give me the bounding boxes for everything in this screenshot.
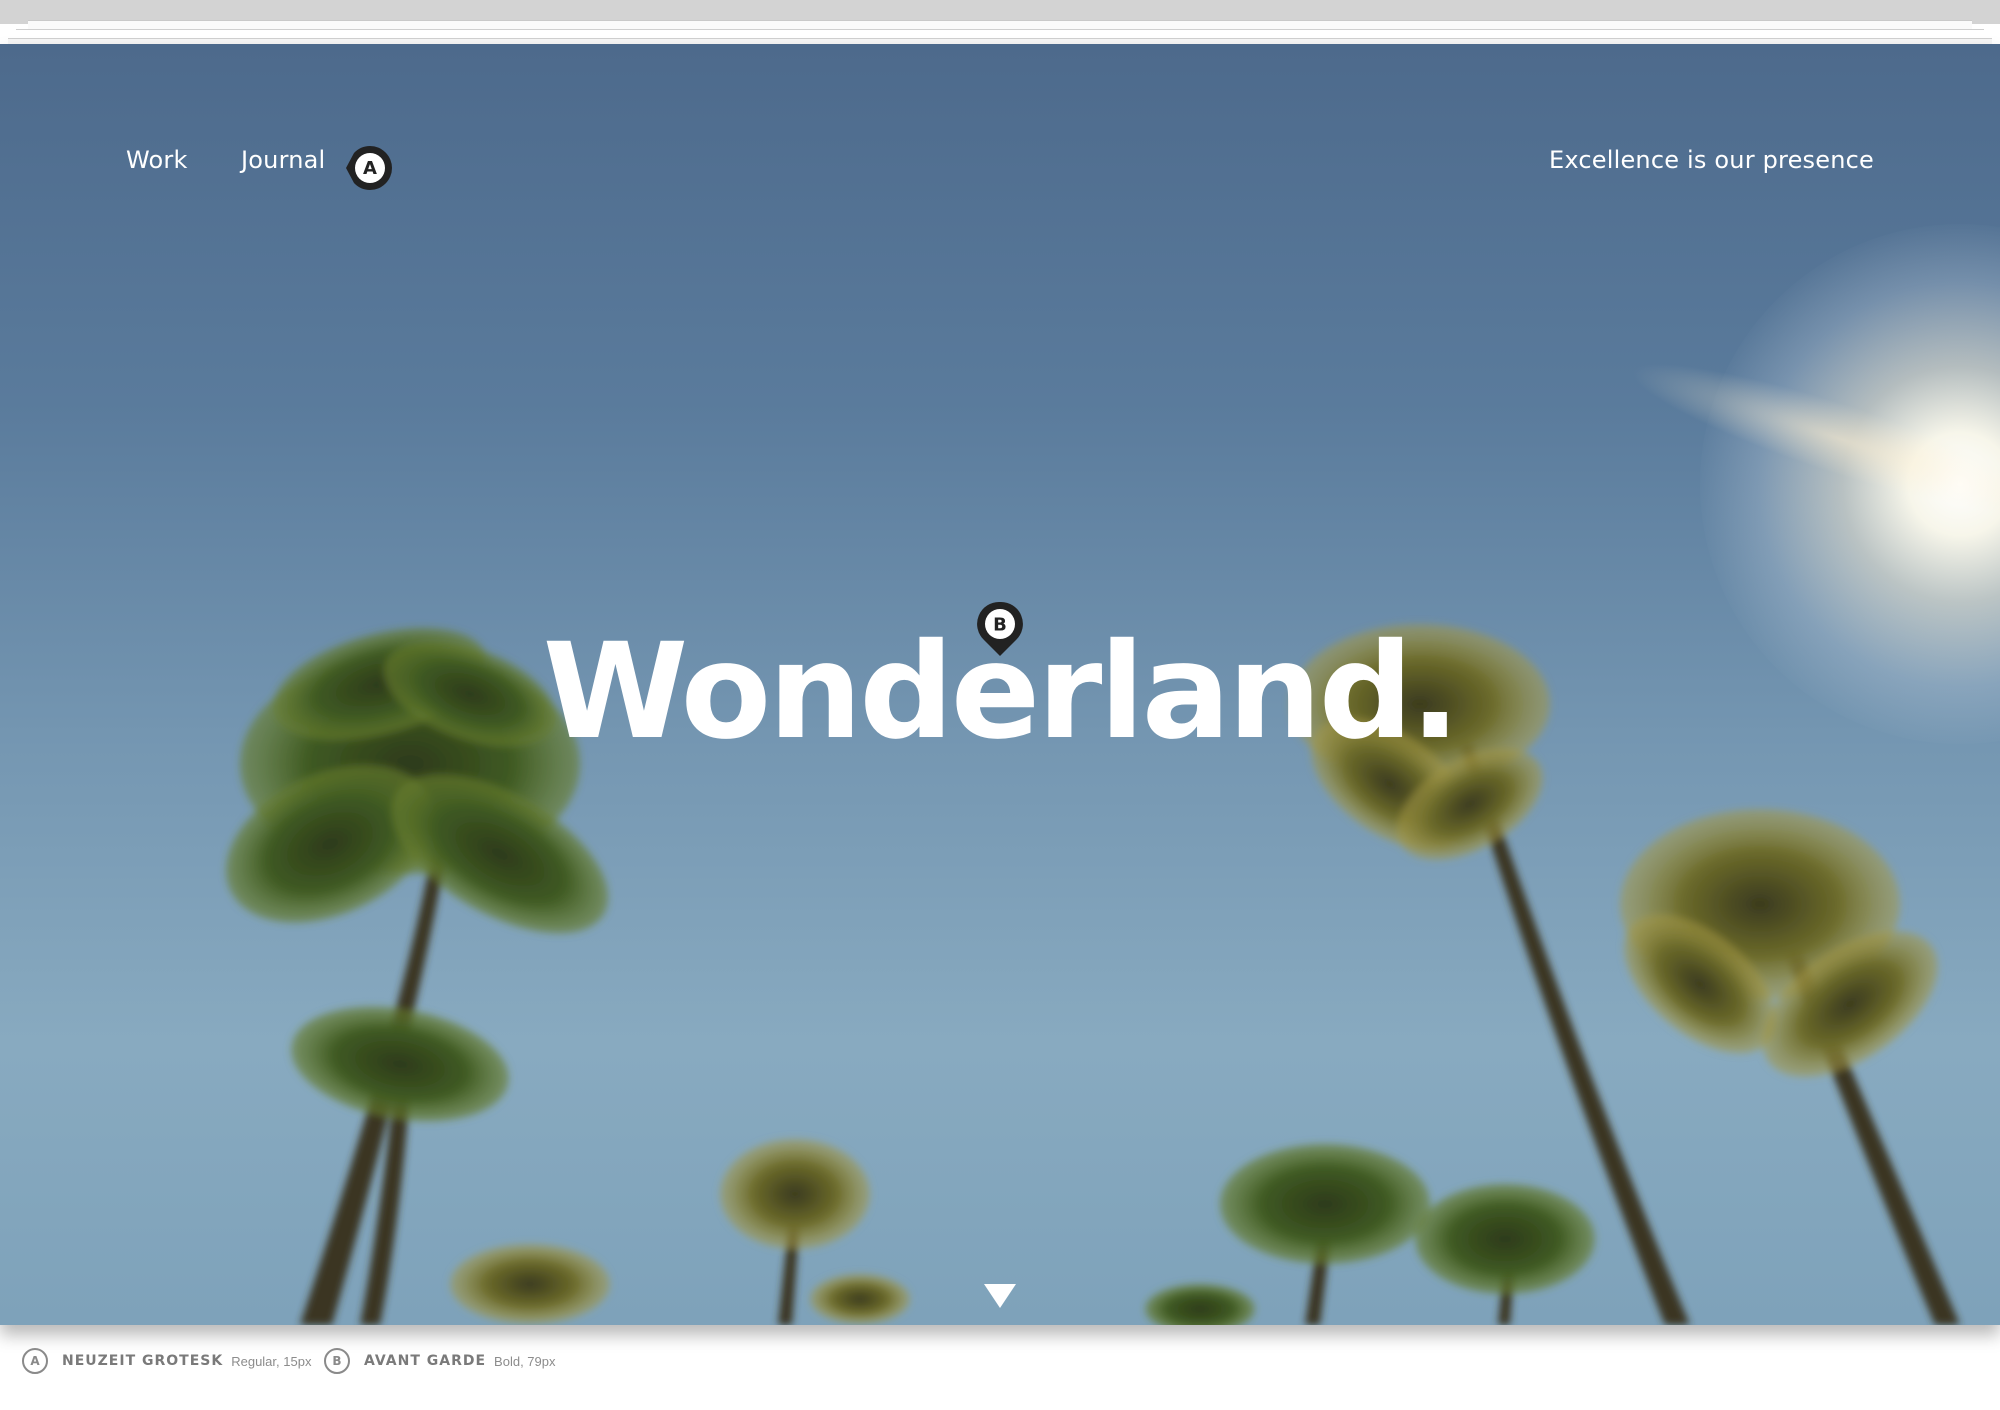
caption-a-spec: Regular, 15px (231, 1353, 312, 1369)
hero-section: Work Journal A Excellence is our presenc… (0, 44, 2000, 1325)
caption-b-font: AVANT GARDE (364, 1353, 487, 1369)
nav-work-link[interactable]: Work (126, 146, 188, 174)
page-stack-layer (28, 20, 1972, 29)
caption-b-spec: Bold, 79px (494, 1353, 556, 1369)
font-caption-b: B AVANT GARDE Bold, 79px (324, 1346, 555, 1376)
map-pin-icon: A (346, 146, 392, 190)
caption-a-badge: A (22, 1348, 48, 1374)
triangle-down-icon[interactable] (982, 1282, 1018, 1310)
marker-a-letter: A (363, 158, 377, 179)
hero-title: Wonderland. (542, 615, 1461, 769)
font-caption-a: A NEUZEIT GROTESK Regular, 15px (22, 1346, 311, 1376)
page-stack-layer (16, 29, 1984, 38)
tagline-link[interactable]: Excellence is our presence (1549, 146, 1874, 174)
caption-a-font: NEUZEIT GROTESK (62, 1353, 224, 1369)
nav-journal-link[interactable]: Journal (241, 146, 325, 174)
caption-b-badge: B (324, 1348, 350, 1374)
